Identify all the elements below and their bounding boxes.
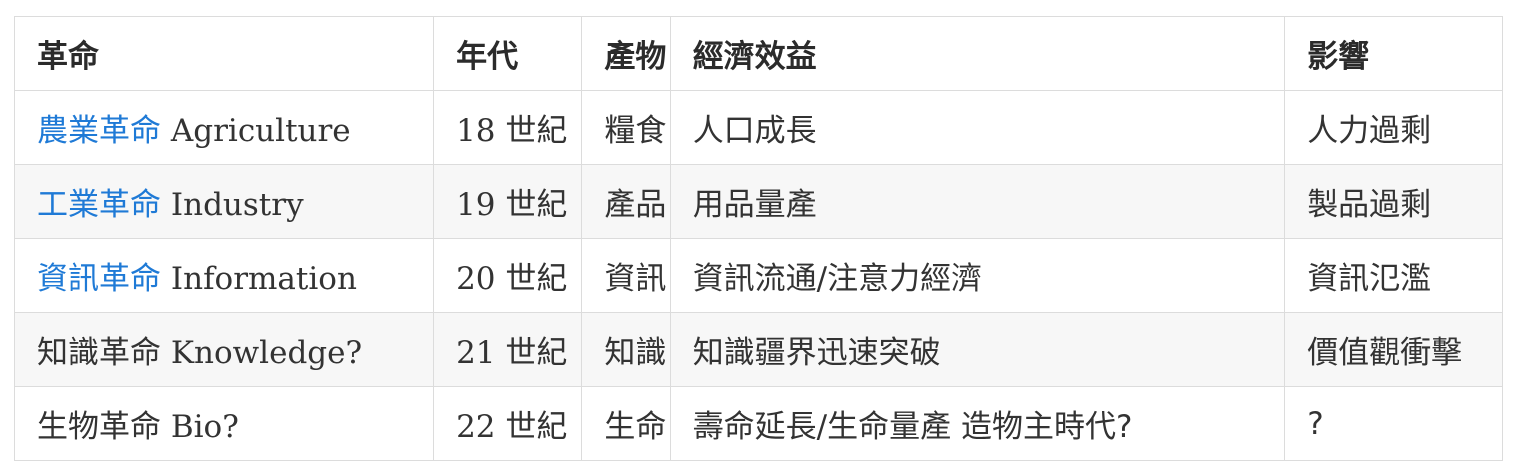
table-row: 知識革命 Knowledge? 21 世紀 知識 知識疆界迅速突破 價值觀衝擊: [13, 312, 1503, 387]
era-cell: 22 世紀: [433, 386, 583, 461]
impact-cell: ?: [1284, 386, 1503, 461]
revolutions-table: 革命 年代 產物 經濟效益 影響 農業革命 Agriculture 18 世紀 …: [13, 16, 1503, 461]
impact-cell: 價值觀衝擊: [1284, 312, 1503, 387]
economic-benefit-cell: 壽命延長/生命量產 造物主時代?: [669, 386, 1286, 461]
revolution-english: Industry: [170, 187, 304, 223]
table-row: 生物革命 Bio? 22 世紀 生命 壽命延長/生命量產 造物主時代? ?: [13, 386, 1503, 461]
revolution-english: Information: [170, 261, 357, 297]
revolution-english: Knowledge?: [170, 335, 363, 371]
table-row: 工業革命 Industry 19 世紀 產品 用品量產 製品過剩: [13, 164, 1503, 239]
table-row: 資訊革命 Information 20 世紀 資訊 資訊流通/注意力經濟 資訊氾…: [13, 238, 1503, 313]
impact-cell: 製品過剩: [1284, 164, 1503, 239]
impact-cell: 人力過剩: [1284, 90, 1503, 165]
revolution-english: Agriculture: [170, 113, 351, 149]
header-revolution: 革命: [13, 16, 435, 91]
header-product: 產物: [581, 16, 671, 91]
table-row: 農業革命 Agriculture 18 世紀 糧食 人口成長 人力過剩: [13, 90, 1503, 165]
impact-cell: 資訊氾濫: [1284, 238, 1503, 313]
header-economic-benefit: 經濟效益: [669, 16, 1286, 91]
economic-benefit-cell: 資訊流通/注意力經濟: [669, 238, 1286, 313]
revolution-link[interactable]: 工業革命: [37, 187, 161, 223]
era-cell: 18 世紀: [433, 90, 583, 165]
revolution-cell: 工業革命 Industry: [13, 164, 435, 239]
header-impact: 影響: [1284, 16, 1503, 91]
economic-benefit-cell: 知識疆界迅速突破: [669, 312, 1286, 387]
revolution-link[interactable]: 農業革命: [37, 113, 161, 149]
revolution-name: 知識革命: [37, 335, 161, 371]
revolution-name: 生物革命: [37, 409, 161, 445]
revolution-english: Bio?: [170, 409, 239, 445]
revolution-cell: 農業革命 Agriculture: [13, 90, 435, 165]
product-cell: 資訊: [581, 238, 671, 313]
header-era: 年代: [433, 16, 583, 91]
economic-benefit-cell: 人口成長: [669, 90, 1286, 165]
table-header-row: 革命 年代 產物 經濟效益 影響: [13, 16, 1503, 91]
product-cell: 糧食: [581, 90, 671, 165]
revolution-link[interactable]: 資訊革命: [37, 261, 161, 297]
era-cell: 20 世紀: [433, 238, 583, 313]
era-cell: 21 世紀: [433, 312, 583, 387]
economic-benefit-cell: 用品量產: [669, 164, 1286, 239]
era-cell: 19 世紀: [433, 164, 583, 239]
revolution-cell: 資訊革命 Information: [13, 238, 435, 313]
revolution-cell: 生物革命 Bio?: [13, 386, 435, 461]
product-cell: 產品: [581, 164, 671, 239]
product-cell: 生命: [581, 386, 671, 461]
product-cell: 知識: [581, 312, 671, 387]
revolution-cell: 知識革命 Knowledge?: [13, 312, 435, 387]
